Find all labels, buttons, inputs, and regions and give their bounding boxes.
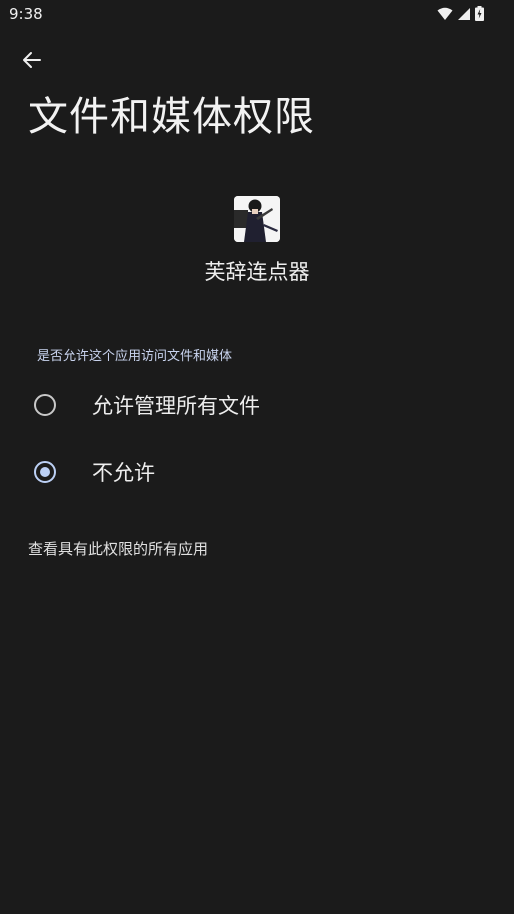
radio-allow[interactable] — [34, 394, 56, 416]
back-button[interactable] — [14, 44, 50, 76]
status-bar: 9:38 — [0, 0, 514, 30]
wifi-icon — [437, 7, 453, 20]
status-icons — [437, 6, 484, 21]
app-icon — [234, 196, 280, 242]
page-title: 文件和媒体权限 — [28, 94, 315, 140]
option-deny[interactable]: 不允许 — [0, 443, 514, 503]
status-time: 9:38 — [9, 5, 43, 23]
battery-charging-icon — [475, 6, 484, 21]
view-all-apps-link[interactable]: 查看具有此权限的所有应用 — [28, 538, 208, 559]
option-allow-manage-all-files[interactable]: 允许管理所有文件 — [0, 376, 514, 436]
permission-question: 是否允许这个应用访问文件和媒体 — [37, 349, 233, 364]
cellular-signal-icon — [458, 7, 470, 20]
radio-deny[interactable] — [34, 461, 56, 483]
option-label-deny: 不允许 — [92, 461, 155, 485]
arrow-back-icon — [23, 52, 41, 68]
app-name: 芙辞连点器 — [204, 260, 310, 284]
option-label-allow: 允许管理所有文件 — [92, 394, 260, 418]
